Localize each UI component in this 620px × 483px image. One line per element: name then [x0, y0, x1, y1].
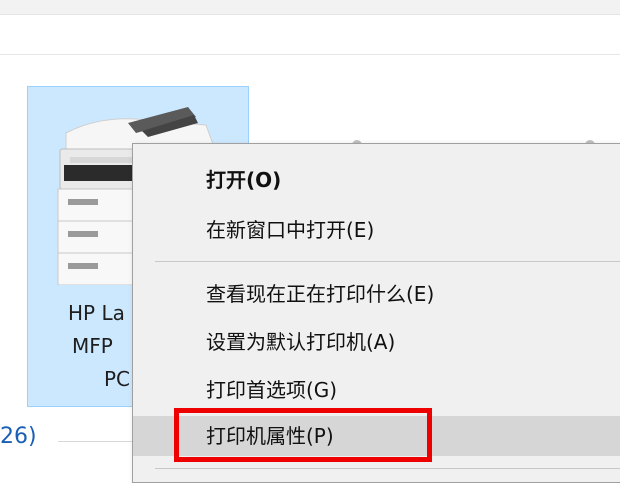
section-divider — [58, 441, 138, 442]
menu-item-open[interactable]: 打开(O) — [133, 160, 620, 200]
menu-item-open-new-window[interactable]: 在新窗口中打开(E) — [133, 210, 620, 250]
annotation-highlight-box — [174, 408, 432, 462]
menu-item-see-whats-printing[interactable]: 查看现在正在打印什么(E) — [133, 274, 620, 314]
menu-item-label: 查看现在正在打印什么(E) — [206, 282, 435, 306]
menu-separator — [155, 468, 620, 469]
menu-item-label: 打印首选项(G) — [206, 378, 338, 402]
menu-item-label: 设置为默认打印机(A) — [206, 330, 396, 354]
menu-item-set-default-printer[interactable]: 设置为默认打印机(A) — [133, 322, 620, 362]
menu-separator — [155, 261, 620, 262]
header-divider — [0, 54, 620, 55]
menu-item-label: 打开(O) — [206, 168, 282, 192]
menu-item-label: 在新窗口中打开(E) — [206, 218, 375, 242]
section-header-count[interactable]: 26) — [0, 424, 37, 449]
top-toolbar-strip — [0, 0, 620, 15]
menu-item-printing-preferences[interactable]: 打印首选项(G) — [133, 370, 620, 410]
